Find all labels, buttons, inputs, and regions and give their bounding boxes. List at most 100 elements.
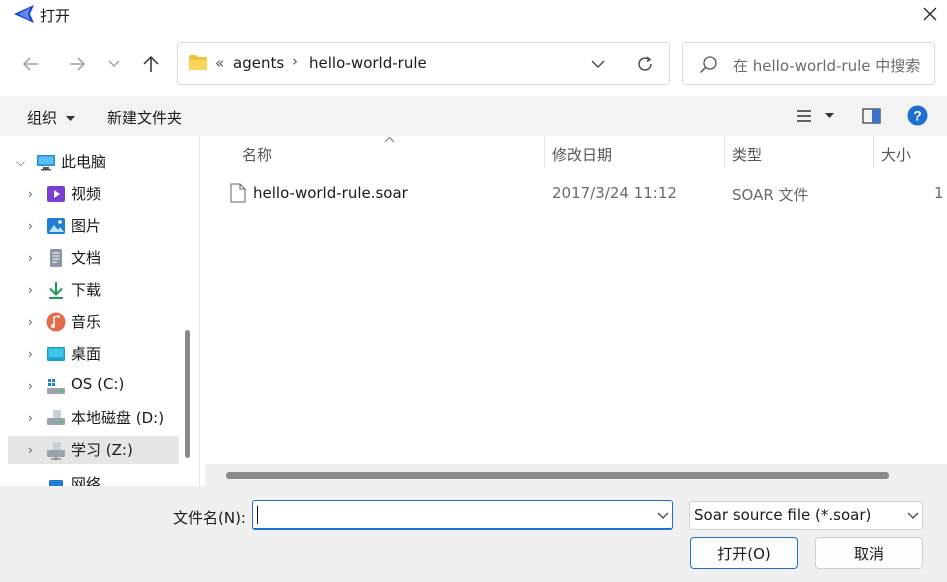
breadcrumb-separator-icon[interactable]: › <box>292 52 298 70</box>
chevron-right-icon[interactable]: › <box>28 219 33 233</box>
nav-item-documents[interactable]: › 文档 <box>8 244 179 272</box>
network-icon <box>49 480 63 486</box>
organize-button[interactable]: 组织 <box>27 107 75 128</box>
forward-button[interactable] <box>63 50 91 78</box>
nav-label: 此电脑 <box>61 153 107 171</box>
nav-label: 音乐 <box>71 313 102 331</box>
nav-label: 学习 (Z:) <box>71 441 133 459</box>
horizontal-scrollbar[interactable] <box>226 472 889 479</box>
nav-label: 桌面 <box>71 345 102 363</box>
text-cursor <box>257 506 258 524</box>
close-icon <box>923 7 936 21</box>
video-icon <box>47 186 65 202</box>
filetype-value: Soar source file (*.soar) <box>694 506 872 524</box>
nav-label: 图片 <box>71 217 102 235</box>
arrow-up-icon <box>143 55 159 72</box>
app-logo-icon <box>14 5 34 23</box>
breadcrumb-item-agents[interactable]: agents <box>233 54 284 72</box>
nav-item-network[interactable]: 网络 <box>8 470 179 486</box>
chevron-right-icon[interactable]: › <box>28 379 33 393</box>
search-icon <box>700 56 717 73</box>
navigation-scrollbar[interactable] <box>185 330 190 458</box>
drive-icon <box>47 410 65 425</box>
file-list: 名称 修改日期 类型 大小 hello-world-rule.soar 2017… <box>200 136 947 486</box>
expanded-chevron-icon[interactable]: ⌵ <box>16 155 25 170</box>
new-folder-button[interactable]: 新建文件夹 <box>107 107 182 128</box>
chevron-down-icon <box>907 512 919 519</box>
network-drive-icon <box>47 442 65 460</box>
file-name: hello-world-rule.soar <box>253 184 408 202</box>
filename-input[interactable] <box>252 500 673 530</box>
nav-label: 视频 <box>71 185 102 203</box>
caret-down-icon[interactable] <box>825 113 834 119</box>
pictures-icon <box>47 218 65 234</box>
chevron-right-icon[interactable]: › <box>28 315 33 329</box>
toolbar: 组织 新建文件夹 ? <box>0 96 947 136</box>
nav-label: 下载 <box>71 281 102 299</box>
column-separator[interactable] <box>724 136 725 168</box>
address-bar[interactable]: « agents › hello-world-rule <box>177 42 670 85</box>
filetype-select[interactable]: Soar source file (*.soar) <box>689 501 923 530</box>
recent-locations-button[interactable] <box>101 50 127 78</box>
column-header-modified[interactable]: 修改日期 <box>552 144 612 176</box>
monitor-icon <box>37 155 55 171</box>
search-placeholder: 在 hello-world-rule 中搜索 <box>733 57 921 75</box>
breadcrumb-item-current[interactable]: hello-world-rule <box>309 54 427 72</box>
column-header-name[interactable]: 名称 <box>242 144 272 176</box>
open-button[interactable]: 打开(O) <box>690 537 798 569</box>
nav-label: 网络 <box>71 475 102 486</box>
file-modified: 2017/3/24 11:12 <box>552 184 677 202</box>
table-row[interactable]: hello-world-rule.soar 2017/3/24 11:12 SO… <box>220 180 947 208</box>
chevron-right-icon[interactable]: › <box>28 411 33 425</box>
nav-item-local-disk-d[interactable]: › 本地磁盘 (D:) <box>8 404 179 432</box>
organize-label: 组织 <box>27 109 58 127</box>
desktop-icon <box>47 347 65 361</box>
back-button[interactable] <box>17 50 45 78</box>
column-separator[interactable] <box>544 136 545 168</box>
sort-ascending-icon <box>384 136 395 143</box>
navigation-pane: ⌵ 此电脑 › 视频 › 图片 › 文档 › 下载 › 音乐 › 桌面 › OS… <box>0 136 198 486</box>
file-icon <box>230 183 246 203</box>
help-icon[interactable]: ? <box>907 105 928 126</box>
document-icon <box>50 249 62 267</box>
chevron-right-icon[interactable]: › <box>28 443 33 457</box>
breadcrumb-overflow[interactable]: « <box>215 54 224 72</box>
nav-item-this-pc[interactable]: ⌵ 此电脑 <box>8 148 179 176</box>
chevron-right-icon[interactable]: › <box>28 187 33 201</box>
nav-item-videos[interactable]: › 视频 <box>8 180 179 208</box>
svg-text:?: ? <box>913 108 922 124</box>
column-header-size[interactable]: 大小 <box>881 144 911 176</box>
arrow-right-icon <box>70 57 86 71</box>
filename-label: 文件名(N): <box>173 509 246 527</box>
music-icon <box>46 312 66 332</box>
drive-icon <box>47 379 65 394</box>
up-button[interactable] <box>137 50 165 78</box>
arrow-left-icon <box>22 57 38 71</box>
view-options-icon[interactable] <box>796 109 812 123</box>
column-separator[interactable] <box>873 136 874 168</box>
chevron-down-icon[interactable] <box>657 512 669 520</box>
chevron-right-icon[interactable]: › <box>28 347 33 361</box>
column-header-type[interactable]: 类型 <box>732 144 762 176</box>
title-bar: 打开 <box>0 0 947 30</box>
file-size: 1 <box>934 184 944 202</box>
folder-icon <box>189 55 207 70</box>
chevron-right-icon[interactable]: › <box>28 283 33 297</box>
preview-pane-icon[interactable] <box>862 108 881 124</box>
nav-item-pictures[interactable]: › 图片 <box>8 212 179 240</box>
search-input[interactable]: 在 hello-world-rule 中搜索 <box>682 42 935 85</box>
chevron-right-icon[interactable]: › <box>28 251 33 265</box>
download-icon <box>49 282 63 299</box>
caret-down-icon <box>65 115 75 121</box>
chevron-down-icon[interactable] <box>591 60 605 69</box>
nav-item-downloads[interactable]: › 下载 <box>8 276 179 304</box>
nav-item-study-z[interactable]: › 学习 (Z:) <box>8 436 179 464</box>
nav-label: 文档 <box>71 249 102 267</box>
nav-item-desktop[interactable]: › 桌面 <box>8 340 179 368</box>
nav-item-music[interactable]: › 音乐 <box>8 308 179 336</box>
nav-item-os-c[interactable]: › OS (C:) <box>8 372 179 400</box>
window-title: 打开 <box>40 7 71 25</box>
close-button[interactable] <box>912 0 947 28</box>
cancel-button[interactable]: 取消 <box>815 537 923 569</box>
refresh-icon[interactable] <box>636 55 654 73</box>
